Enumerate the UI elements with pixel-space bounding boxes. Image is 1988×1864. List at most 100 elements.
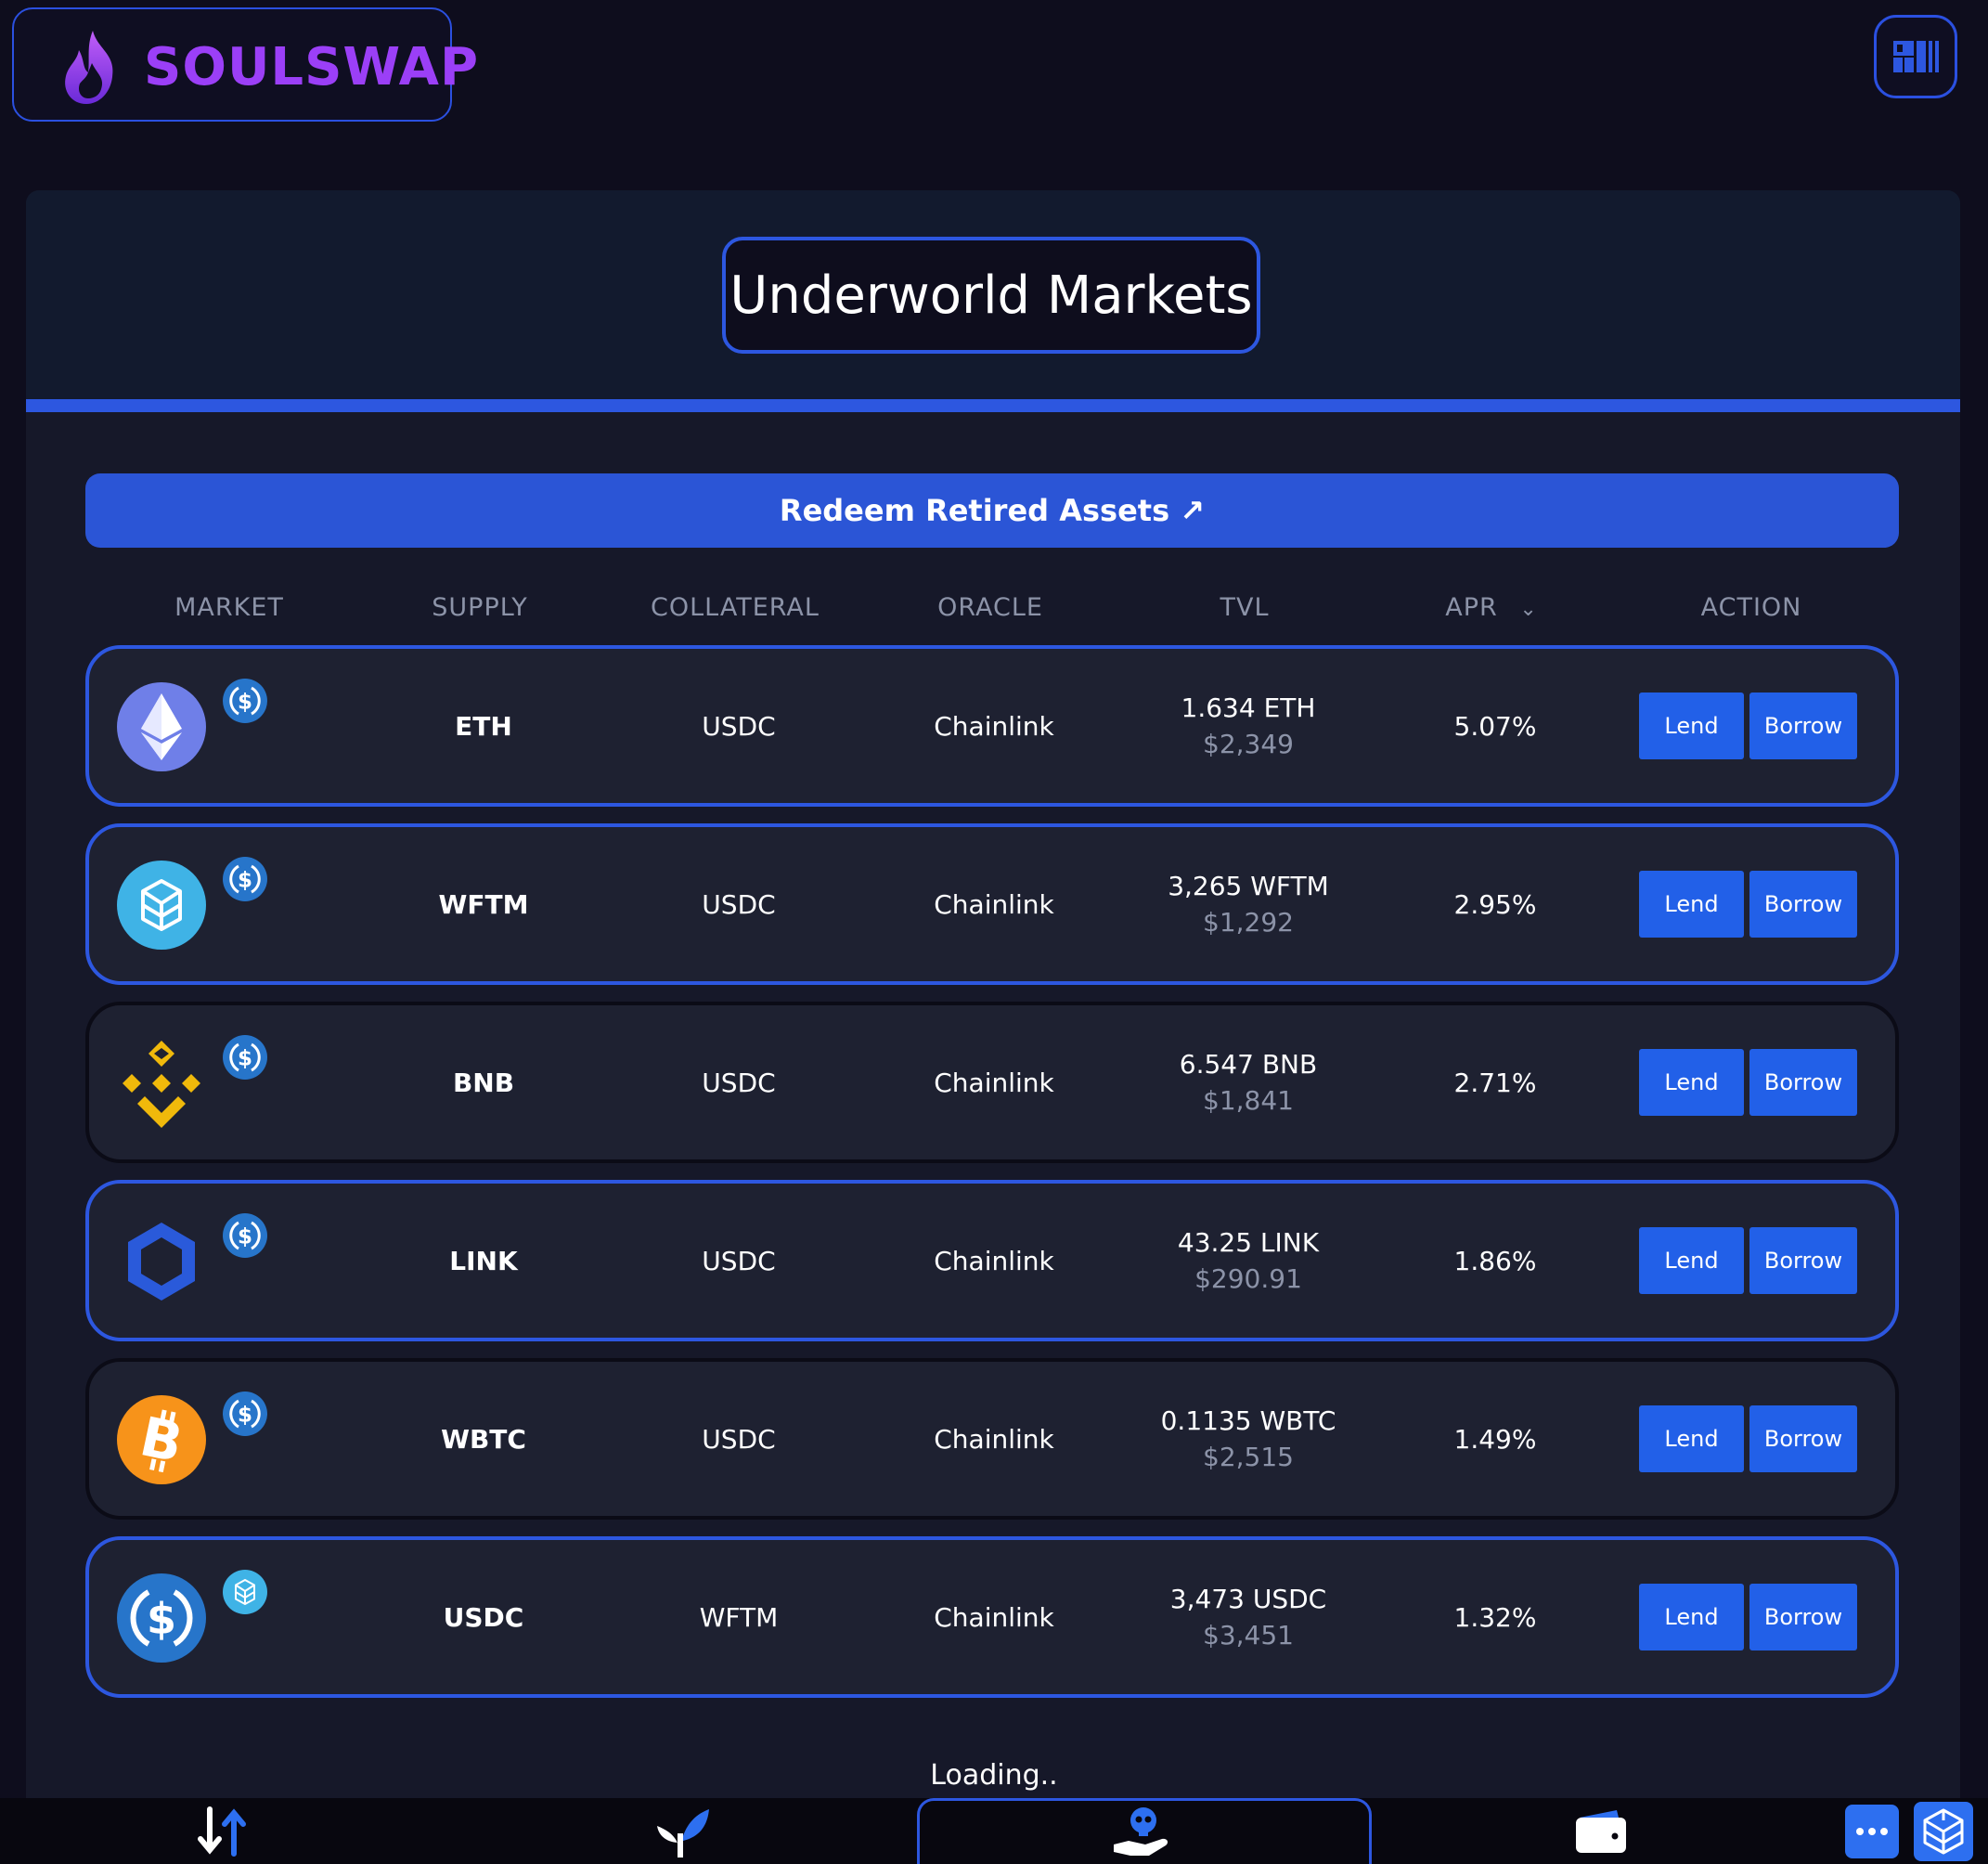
apr-cell: 2.95% — [1453, 888, 1537, 920]
supply-cell: USDC — [443, 1601, 524, 1633]
nav-lend[interactable] — [1104, 1798, 1179, 1864]
borrow-button[interactable]: Borrow — [1749, 693, 1857, 759]
column-header-oracle: ORACLE — [937, 593, 1043, 622]
tvl-usd: $2,349 — [1203, 729, 1294, 759]
nav-farm[interactable] — [645, 1798, 719, 1864]
oracle-cell: Chainlink — [934, 1423, 1054, 1455]
collateral-cell: USDC — [702, 1423, 776, 1455]
column-header-apr[interactable]: APR ⌄ — [1385, 580, 1598, 636]
nav-swap[interactable] — [186, 1798, 260, 1864]
tvl-amount: 0.1135 WBTC — [1160, 1405, 1336, 1436]
apr-cell: 1.49% — [1453, 1423, 1537, 1455]
nav-wallet[interactable] — [1564, 1798, 1638, 1864]
fantom-icon — [223, 1570, 267, 1614]
bitcoin-icon: B — [117, 1395, 206, 1484]
borrow-button[interactable]: Borrow — [1749, 871, 1857, 938]
chainlink-icon — [117, 1217, 206, 1306]
farm-sprout-icon — [657, 1808, 709, 1858]
collateral-cell: USDC — [702, 1067, 776, 1098]
lend-button[interactable]: Lend — [1639, 871, 1744, 938]
oracle-cell: Chainlink — [934, 888, 1054, 920]
layout-menu-icon — [1893, 41, 1939, 72]
collateral-cell: USDC — [702, 888, 776, 920]
usdc-icon: $ — [223, 1213, 267, 1258]
usdc-icon: $ — [223, 679, 267, 723]
wallet-icon — [1576, 1809, 1626, 1853]
menu-button[interactable] — [1874, 15, 1957, 98]
apr-label: APR — [1445, 593, 1498, 622]
lend-button[interactable]: Lend — [1639, 1049, 1744, 1116]
apr-cell: 1.32% — [1453, 1601, 1537, 1633]
sort-chevron-down-icon: ⌄ — [1519, 598, 1538, 621]
collateral-cell: USDC — [702, 1245, 776, 1276]
column-header-market: MARKET — [174, 593, 284, 622]
redeem-retired-assets-button[interactable]: Redeem Retired Assets ↗ — [85, 473, 1899, 548]
tvl-cell: 0.1135 WBTC $2,515 — [1132, 1362, 1364, 1516]
market-row[interactable]: $ ETH USDC Chainlink 1.634 ETH $2,349 5.… — [85, 645, 1899, 807]
tvl-usd: $1,292 — [1203, 907, 1294, 938]
usdc-icon: $ — [223, 857, 267, 901]
tvl-cell: 3,265 WFTM $1,292 — [1132, 827, 1364, 981]
lend-button[interactable]: Lend — [1639, 1584, 1744, 1650]
markets-panel: Underworld Markets Redeem Retired Assets… — [26, 190, 1960, 1864]
usdc-icon: $ — [223, 1392, 267, 1436]
supply-cell: LINK — [449, 1245, 518, 1276]
tvl-usd: $2,515 — [1203, 1442, 1294, 1472]
tvl-cell: 1.634 ETH $2,349 — [1132, 649, 1364, 803]
column-header-collateral: COLLATERAL — [651, 593, 820, 622]
tvl-cell: 43.25 LINK $290.91 — [1132, 1184, 1364, 1338]
borrow-button[interactable]: Borrow — [1749, 1584, 1857, 1650]
lend-button[interactable]: Lend — [1639, 693, 1744, 759]
apr-cell: 5.07% — [1453, 710, 1537, 742]
svg-text:$: $ — [238, 1047, 252, 1071]
collateral-cell: USDC — [702, 710, 776, 742]
soul-flame-icon — [65, 31, 113, 104]
market-row[interactable]: B $ WBTC USDC Chainlink 0.1135 WBTC $2,5… — [85, 1358, 1899, 1520]
market-row[interactable]: $ BNB USDC Chainlink 6.547 BNB $1,841 2.… — [85, 1002, 1899, 1163]
borrow-button[interactable]: Borrow — [1749, 1405, 1857, 1472]
market-row[interactable]: $ WFTM USDC Chainlink 3,265 WFTM $1,292 … — [85, 823, 1899, 985]
tvl-amount: 3,265 WFTM — [1168, 871, 1329, 901]
oracle-cell: Chainlink — [934, 1067, 1054, 1098]
tvl-amount: 43.25 LINK — [1177, 1227, 1320, 1258]
column-header-supply: SUPPLY — [432, 593, 528, 622]
page-title-box: Underworld Markets — [722, 237, 1260, 354]
svg-text:$: $ — [238, 869, 252, 893]
column-header-tvl: TVL — [1220, 593, 1270, 622]
network-button[interactable] — [1914, 1802, 1973, 1861]
oracle-cell: Chainlink — [934, 710, 1054, 742]
tvl-usd: $290.91 — [1194, 1263, 1302, 1294]
apr-cell: 1.86% — [1453, 1245, 1537, 1276]
market-row[interactable]: $ USDC WFTM Chainlink 3,473 USDC $3,451 … — [85, 1536, 1899, 1698]
supply-cell: WFTM — [438, 888, 529, 920]
panel-header: Underworld Markets — [26, 190, 1960, 399]
brand-name: SOULSWAP — [144, 37, 480, 97]
tvl-amount: 3,473 USDC — [1169, 1584, 1327, 1614]
tvl-amount: 6.547 BNB — [1179, 1049, 1318, 1080]
table-header: MARKET SUPPLY COLLATERAL ORACLE TVL APR … — [85, 580, 1899, 636]
lending-skull-hand-icon — [1114, 1806, 1168, 1856]
eth-icon — [117, 682, 206, 771]
tvl-cell: 3,473 USDC $3,451 — [1132, 1540, 1364, 1694]
tvl-cell: 6.547 BNB $1,841 — [1132, 1005, 1364, 1159]
more-button[interactable] — [1845, 1805, 1899, 1858]
page-title: Underworld Markets — [729, 265, 1253, 326]
lend-button[interactable]: Lend — [1639, 1405, 1744, 1472]
supply-cell: ETH — [455, 710, 512, 742]
borrow-button[interactable]: Borrow — [1749, 1049, 1857, 1116]
more-icon — [1856, 1828, 1888, 1835]
swap-icon — [198, 1806, 246, 1857]
tvl-amount: 1.634 ETH — [1181, 693, 1316, 723]
borrow-button[interactable]: Borrow — [1749, 1227, 1857, 1294]
loading-text: Loading.. — [930, 1759, 1058, 1792]
fantom-icon — [117, 861, 206, 950]
market-row[interactable]: $ LINK USDC Chainlink 43.25 LINK $290.91… — [85, 1180, 1899, 1341]
svg-text:$: $ — [238, 691, 252, 715]
supply-cell: BNB — [452, 1067, 515, 1098]
oracle-cell: Chainlink — [934, 1601, 1054, 1633]
usdc-icon: $ — [117, 1573, 206, 1663]
bnb-icon — [117, 1039, 206, 1128]
oracle-cell: Chainlink — [934, 1245, 1054, 1276]
lend-button[interactable]: Lend — [1639, 1227, 1744, 1294]
logo-home-link[interactable]: SOULSWAP — [12, 7, 478, 122]
